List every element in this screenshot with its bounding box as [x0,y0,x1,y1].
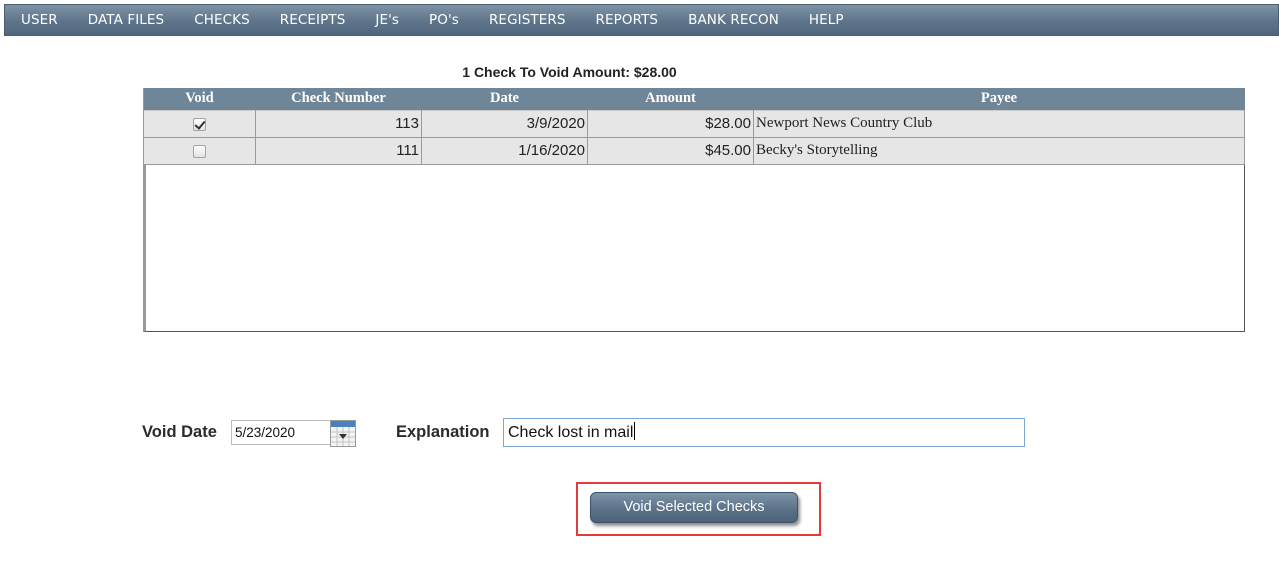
void-cell [143,136,256,165]
nav-receipts[interactable]: RECEIPTS [265,12,361,28]
nav-journal-entries[interactable]: JE's [360,12,414,28]
void-date-label: Void Date [142,423,217,441]
col-header-amount[interactable]: Amount [587,88,754,110]
date-cell: 3/9/2020 [421,109,588,138]
explanation-input[interactable]: Check lost in mail [503,418,1025,447]
nav-checks[interactable]: CHECKS [179,12,265,28]
text-caret [634,422,636,440]
nav-bank-recon[interactable]: BANK RECON [673,12,794,28]
payee-cell: Becky's Storytelling [753,136,1245,165]
calendar-icon[interactable] [330,420,356,447]
void-cell [143,109,256,138]
nav-help[interactable]: HELP [794,12,859,28]
amount-cell: $45.00 [587,136,754,165]
payee-cell: Newport News Country Club [753,109,1245,138]
void-selected-checks-button[interactable]: Void Selected Checks [590,492,798,523]
checks-grid: Void Check Number Date Amount Payee 113 … [143,88,1245,332]
col-header-void[interactable]: Void [143,88,256,110]
void-checkbox-checked[interactable] [193,117,206,131]
nav-user[interactable]: USER [5,12,73,28]
void-checkbox-unchecked[interactable] [193,144,206,158]
nav-registers[interactable]: REGISTERS [474,12,581,28]
top-nav-bar: USER DATA FILES CHECKS RECEIPTS JE's PO'… [4,4,1279,36]
table-header-row: Void Check Number Date Amount Payee [143,88,1245,110]
void-summary: 1 Check To Void Amount: $28.00 [462,64,677,80]
col-header-check-number[interactable]: Check Number [255,88,422,110]
check-number-cell: 113 [255,109,422,138]
void-date-input[interactable] [231,420,331,445]
nav-purchase-orders[interactable]: PO's [414,12,474,28]
checks-table: Void Check Number Date Amount Payee 113 … [143,88,1245,165]
explanation-label: Explanation [396,423,490,441]
nav-reports[interactable]: REPORTS [581,12,674,28]
amount-cell: $28.00 [587,109,754,138]
date-cell: 1/16/2020 [421,136,588,165]
col-header-date[interactable]: Date [421,88,588,110]
check-number-cell: 111 [255,136,422,165]
explanation-text: Check lost in mail [508,424,634,441]
table-row[interactable]: 113 3/9/2020 $28.00 Newport News Country… [143,109,1245,138]
table-row[interactable]: 111 1/16/2020 $45.00 Becky's Storytellin… [143,136,1245,165]
col-header-payee[interactable]: Payee [753,88,1245,110]
nav-data-files[interactable]: DATA FILES [73,12,179,28]
